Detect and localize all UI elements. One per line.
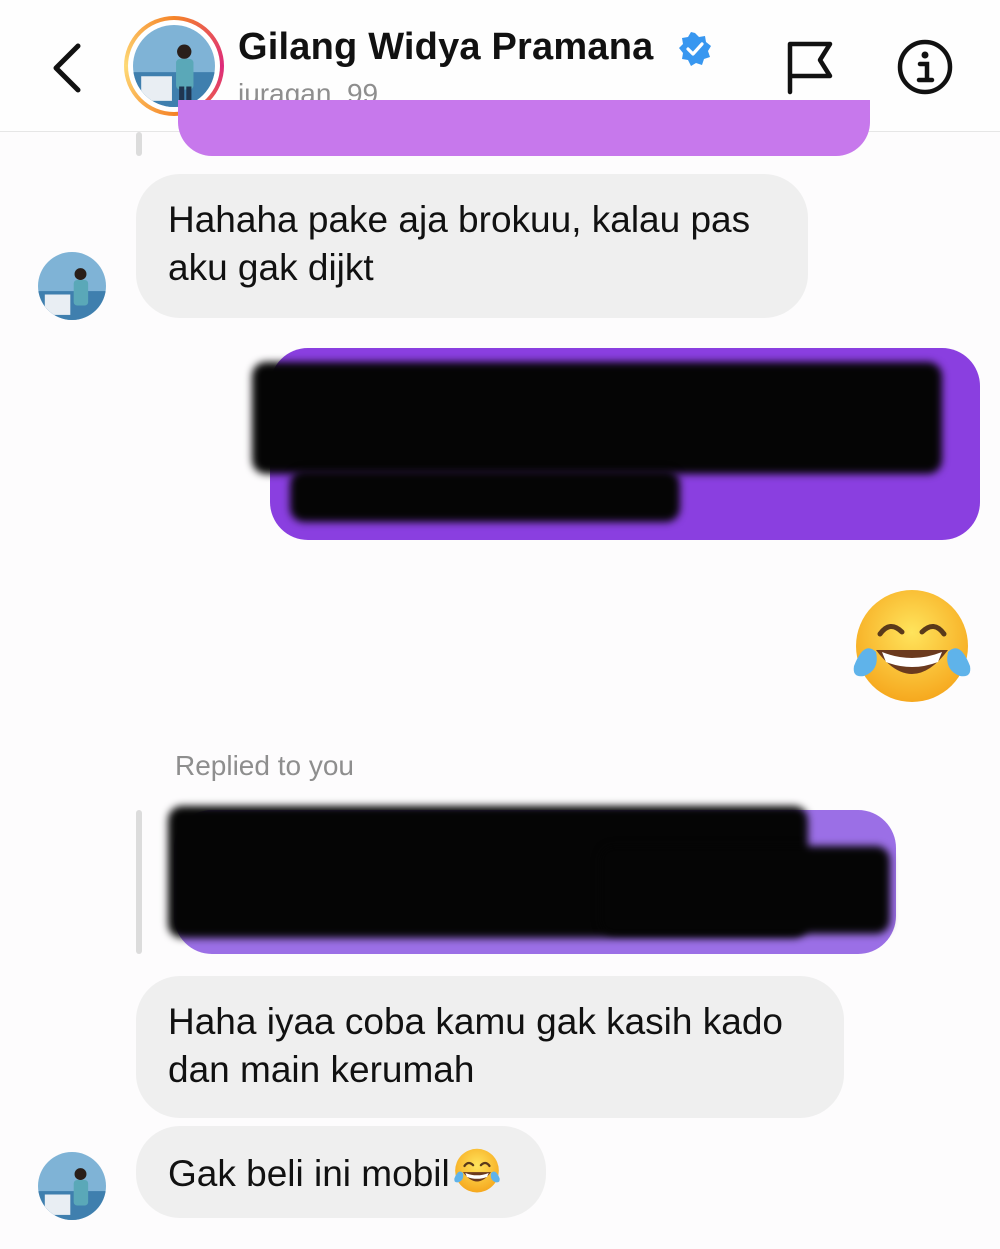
replied-label: Replied to you	[175, 750, 355, 781]
message-bubble[interactable]: Hahaha pake aja brokuu, kalau pas aku ga…	[136, 174, 808, 318]
message-text: Gak beli ini mobil	[168, 1153, 450, 1194]
message-bubble[interactable]: Gak beli ini mobil	[136, 1126, 546, 1218]
avatar-photo	[133, 25, 215, 107]
message-bubble[interactable]: Haha iyaa coba kamu gak kasih kado dan m…	[136, 976, 844, 1118]
info-button[interactable]	[896, 38, 954, 96]
back-button[interactable]	[44, 36, 94, 96]
redacted-content	[600, 846, 890, 934]
reply-indicator-line	[136, 810, 142, 954]
redacted-content	[252, 362, 942, 474]
message-text: Haha iyaa coba kamu gak kasih kado dan m…	[168, 1001, 783, 1090]
verified-badge-icon	[679, 32, 711, 66]
reply-indicator-line	[136, 132, 142, 156]
quoted-message-partial[interactable]	[178, 100, 870, 156]
report-button[interactable]	[782, 38, 836, 96]
chevron-left-icon	[53, 43, 81, 93]
avatar[interactable]	[38, 252, 106, 320]
redacted-content	[290, 470, 680, 522]
flag-icon	[787, 41, 833, 95]
message-text: Hahaha pake aja brokuu, kalau pas aku ga…	[168, 199, 751, 288]
tears-of-joy-emoji	[454, 1148, 500, 1193]
avatar[interactable]	[38, 1152, 106, 1220]
info-icon	[897, 39, 953, 95]
contact-name[interactable]: Gilang Widya Pramana	[238, 26, 653, 69]
tears-of-joy-emoji[interactable]	[850, 588, 974, 706]
